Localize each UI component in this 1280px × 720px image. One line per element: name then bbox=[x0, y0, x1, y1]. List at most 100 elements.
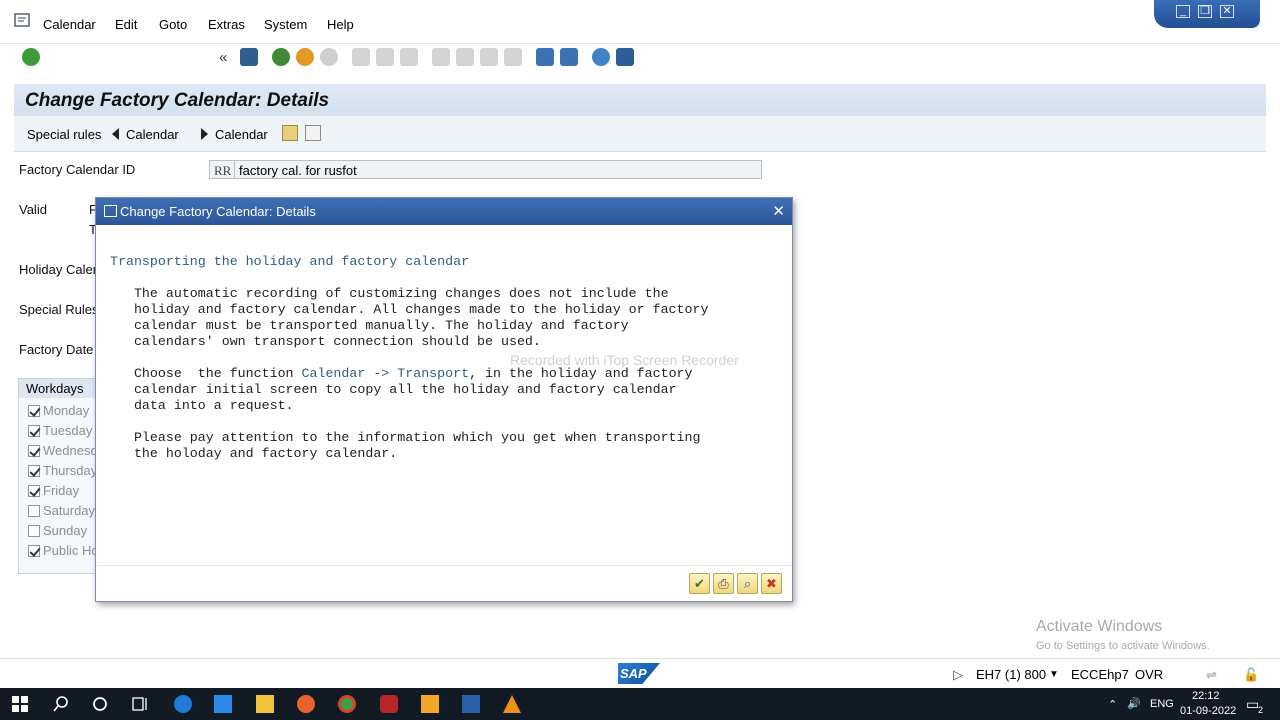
checkbox-icon bbox=[28, 485, 40, 497]
calendar-transport-link[interactable]: Calendar -> Transport bbox=[302, 366, 470, 381]
minimize-icon[interactable]: _ bbox=[1176, 5, 1190, 18]
cortana-icon[interactable] bbox=[91, 695, 109, 713]
prev-calendar-label: Calendar bbox=[126, 127, 179, 142]
dialog-title-bar: Change Factory Calendar: Details ✕ bbox=[96, 198, 792, 225]
continue-button[interactable]: ✔ bbox=[689, 573, 710, 594]
new-session-icon[interactable] bbox=[536, 48, 554, 66]
last-page-icon bbox=[504, 48, 522, 66]
checkbox-icon bbox=[28, 505, 40, 517]
menu-edit[interactable]: Edit bbox=[115, 17, 137, 32]
collapse-icon[interactable]: « bbox=[219, 49, 227, 66]
prev-calendar-button[interactable]: Calendar bbox=[112, 127, 179, 142]
menu-system[interactable]: System bbox=[264, 17, 307, 32]
dialog-menu-icon[interactable] bbox=[104, 205, 117, 217]
factory-calendar-text-field: factory cal. for rusfot bbox=[234, 160, 762, 179]
checkbox-public-holiday[interactable]: Public Ho bbox=[28, 543, 98, 558]
next-calendar-label: Calendar bbox=[215, 127, 268, 142]
checkbox-thursday[interactable]: Thursday bbox=[28, 463, 98, 478]
help-icon[interactable] bbox=[592, 48, 610, 66]
checkbox-friday[interactable]: Friday bbox=[28, 483, 98, 498]
enter-icon[interactable] bbox=[22, 48, 40, 66]
checkbox-icon bbox=[28, 525, 40, 537]
language-indicator[interactable]: ENG bbox=[1150, 698, 1174, 710]
print-icon bbox=[352, 48, 370, 66]
next-calendar-button[interactable]: Calendar bbox=[201, 127, 268, 142]
menu-goto[interactable]: Goto bbox=[159, 17, 187, 32]
save-icon[interactable] bbox=[240, 48, 258, 66]
edge-icon[interactable] bbox=[174, 695, 192, 713]
dialog-paragraph-1: The automatic recording of customizing c… bbox=[133, 286, 709, 349]
tray-chevron-icon[interactable]: ⌃ bbox=[1108, 698, 1117, 711]
checkbox-icon bbox=[28, 425, 40, 437]
chrome-icon[interactable] bbox=[338, 695, 356, 713]
windows-taskbar: ⌃ 🔊 ENG 22:12 01-09-2022 ▭ 2 bbox=[0, 688, 1280, 720]
file-explorer-icon[interactable] bbox=[256, 695, 274, 713]
dialog-paragraph-3: Please pay attention to the information … bbox=[133, 430, 701, 461]
dialog-footer: ✔ ⎙ ⌕ ✖ bbox=[96, 565, 792, 601]
system-dropdown-icon[interactable]: ▼ bbox=[1049, 669, 1059, 680]
menu-icon[interactable] bbox=[14, 13, 30, 27]
close-icon[interactable]: ✕ bbox=[1220, 5, 1234, 18]
screen-recorder-icon[interactable] bbox=[380, 695, 398, 713]
checkbox-tuesday[interactable]: Tuesday bbox=[28, 423, 98, 438]
factory-date-label: Factory Date bbox=[19, 342, 94, 357]
layout-icon[interactable] bbox=[616, 48, 634, 66]
find-icon bbox=[376, 48, 394, 66]
dialog-close-icon[interactable]: ✕ bbox=[772, 202, 785, 220]
vlc-icon[interactable] bbox=[503, 695, 521, 713]
find-button[interactable]: ⌕ bbox=[737, 573, 758, 594]
dialog-title: Change Factory Calendar: Details bbox=[120, 204, 316, 219]
edit-list-icon[interactable] bbox=[282, 125, 298, 141]
search-icon[interactable] bbox=[52, 695, 70, 713]
restore-icon[interactable]: ❐ bbox=[1198, 5, 1212, 18]
checkbox-sunday[interactable]: Sunday bbox=[28, 523, 98, 538]
firefox-icon[interactable] bbox=[297, 695, 315, 713]
exit-icon[interactable] bbox=[296, 48, 314, 66]
special-rules-button[interactable]: Special rules bbox=[27, 127, 101, 142]
shortcut-icon[interactable] bbox=[560, 48, 578, 66]
status-expand-icon[interactable]: ▷ bbox=[953, 667, 963, 683]
menu-calendar[interactable]: Calendar bbox=[43, 17, 96, 32]
valid-label: Valid bbox=[19, 202, 47, 217]
checkbox-label: Tuesday bbox=[43, 423, 93, 438]
cancel-button[interactable]: ✖ bbox=[761, 573, 782, 594]
display-icon[interactable] bbox=[305, 125, 321, 141]
security-lock-icon[interactable]: 🔓 bbox=[1243, 667, 1259, 683]
checkbox-icon bbox=[28, 545, 40, 557]
task-view-icon[interactable] bbox=[131, 695, 149, 713]
server-info: ECCEhp7 bbox=[1071, 667, 1129, 682]
menu-bar: Calendar Edit Goto Extras System Help _ … bbox=[0, 0, 1280, 44]
checkbox-monday[interactable]: Monday bbox=[28, 403, 98, 418]
find-next-icon bbox=[400, 48, 418, 66]
triangle-right-icon bbox=[201, 128, 208, 140]
checkbox-saturday[interactable]: Saturday bbox=[28, 503, 98, 518]
checkbox-label: Friday bbox=[43, 483, 80, 498]
checkbox-wednesday[interactable]: Wednesd bbox=[28, 443, 98, 458]
factory-calendar-id-input[interactable]: RR bbox=[209, 160, 235, 179]
checkbox-icon bbox=[28, 405, 40, 417]
sap-logo: SAP bbox=[618, 663, 660, 684]
print-button[interactable]: ⎙ bbox=[713, 573, 734, 594]
menu-help[interactable]: Help bbox=[327, 17, 354, 32]
clock-time[interactable]: 22:12 bbox=[1192, 690, 1220, 702]
next-page-icon bbox=[480, 48, 498, 66]
back-icon[interactable] bbox=[272, 48, 290, 66]
holiday-calendar-label: Holiday Calen bbox=[19, 262, 100, 277]
mail-icon[interactable] bbox=[214, 695, 232, 713]
checkbox-icon bbox=[28, 445, 40, 457]
sap-logon-icon[interactable] bbox=[421, 695, 439, 713]
factory-calendar-id-label: Factory Calendar ID bbox=[19, 162, 136, 177]
windows-start-icon[interactable] bbox=[11, 695, 29, 713]
application-toolbar: Special rules Calendar Calendar bbox=[14, 116, 1266, 152]
triangle-left-icon bbox=[112, 128, 119, 140]
menu-extras[interactable]: Extras bbox=[208, 17, 245, 32]
recorder-watermark: Recorded with iTop Screen Recorder bbox=[510, 352, 739, 368]
activate-windows-title: Activate Windows bbox=[1036, 618, 1163, 635]
word-icon[interactable] bbox=[462, 695, 480, 713]
volume-icon[interactable]: 🔊 bbox=[1127, 697, 1141, 710]
clock-date[interactable]: 01-09-2022 bbox=[1180, 705, 1236, 717]
cancel-icon bbox=[320, 48, 338, 66]
special-rules-label: Special Rules bbox=[19, 302, 99, 317]
dialog-paragraph-2-start: Choose the function bbox=[110, 366, 302, 381]
checkbox-label: Saturday bbox=[43, 503, 96, 518]
